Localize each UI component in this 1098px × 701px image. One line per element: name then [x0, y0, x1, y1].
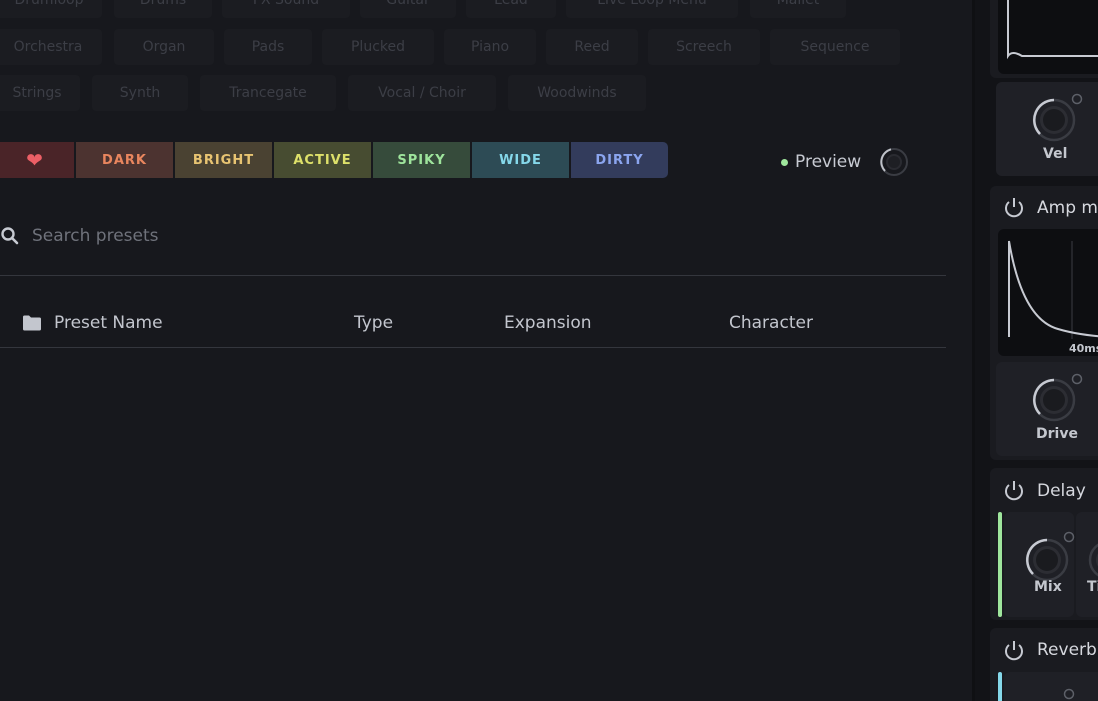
reverb-knob-card [1004, 672, 1098, 701]
mod-dot-icon[interactable] [1063, 688, 1075, 700]
delay-accent-bar [998, 512, 1002, 617]
delay-mix-label: Mix [1034, 579, 1062, 595]
tag-spiky[interactable]: SPIKY [373, 142, 470, 178]
column-header-preset-name[interactable]: Preset Name [54, 313, 163, 333]
header-divider [0, 347, 946, 348]
category-piano[interactable]: Piano [444, 29, 536, 65]
velocity-envelope-display [998, 0, 1098, 74]
category-synth[interactable]: Synth [92, 75, 188, 111]
amp-envelope-time-label: 40ms [1069, 342, 1098, 355]
search-divider [0, 275, 946, 276]
category-strings[interactable]: Strings [0, 75, 80, 111]
column-header-type[interactable]: Type [354, 313, 393, 333]
category-orchestra[interactable]: Orchestra [0, 29, 102, 65]
tag-wide[interactable]: WIDE [472, 142, 569, 178]
column-header-expansion[interactable]: Expansion [504, 313, 592, 333]
preview-status-dot [781, 158, 788, 166]
category-trancegate[interactable]: Trancegate [200, 75, 336, 111]
preset-list [0, 349, 946, 701]
category-guitar[interactable]: Guitar [360, 0, 456, 18]
category-drumloop[interactable]: Drumloop [0, 0, 102, 18]
mod-dot-icon[interactable] [1071, 93, 1083, 105]
preview-toggle[interactable]: Preview [781, 150, 861, 174]
search-presets-input[interactable] [32, 222, 532, 250]
amp-envelope-display [998, 229, 1098, 356]
category-pads[interactable]: Pads [224, 29, 312, 65]
category-organ[interactable]: Organ [114, 29, 214, 65]
preview-label: Preview [795, 152, 862, 172]
power-icon[interactable] [1003, 639, 1025, 661]
drive-knob-label: Drive [1036, 426, 1078, 442]
heart-icon: ❤ [26, 148, 44, 172]
category-vocal-choir[interactable]: Vocal / Choir [348, 75, 496, 111]
amp-envelope-curve [1008, 240, 1098, 339]
folder-icon[interactable] [22, 314, 42, 332]
category-live-loop-menu[interactable]: Live Loop Menu [566, 0, 738, 18]
reverb-accent-bar [998, 672, 1002, 701]
character-tag-bar: ❤ DARK BRIGHT ACTIVE SPIKY WIDE DIRTY [0, 142, 670, 178]
delay-time-knob[interactable] [1086, 540, 1098, 580]
tag-dark[interactable]: DARK [76, 142, 173, 178]
delay-time-label: Ti [1087, 579, 1098, 595]
category-woodwinds[interactable]: Woodwinds [508, 75, 646, 111]
mod-dot-icon[interactable] [1071, 373, 1083, 385]
delay-mix-knob[interactable] [1024, 537, 1070, 583]
category-screech[interactable]: Screech [648, 29, 760, 65]
category-mallet[interactable]: Mallet [750, 0, 846, 18]
category-fx-sound[interactable]: FX Sound [222, 0, 350, 18]
column-header-character[interactable]: Character [729, 313, 813, 333]
favorites-tag[interactable]: ❤ [0, 142, 74, 178]
power-icon[interactable] [1003, 479, 1025, 501]
search-icon [1, 227, 19, 245]
tag-bright[interactable]: BRIGHT [175, 142, 272, 178]
category-drums[interactable]: Drums [114, 0, 212, 18]
tag-active[interactable]: ACTIVE [274, 142, 371, 178]
amp-section-title: Amp mo [1037, 198, 1098, 218]
power-icon[interactable] [1003, 196, 1025, 218]
tag-dirty[interactable]: DIRTY [571, 142, 668, 178]
reverb-section-title: Reverb [1037, 640, 1097, 660]
category-plucked[interactable]: Plucked [322, 29, 434, 65]
category-lead[interactable]: Lead [466, 0, 556, 18]
velocity-knob-label: Vel [1043, 146, 1068, 162]
mod-dot-icon[interactable] [1063, 531, 1075, 543]
gear-icon[interactable] [0, 314, 6, 332]
delay-section-title: Delay [1037, 481, 1086, 501]
envelope-curve [1007, 0, 1098, 60]
category-sequence[interactable]: Sequence [770, 29, 900, 65]
category-reed[interactable]: Reed [546, 29, 638, 65]
preview-volume-knob[interactable] [879, 147, 909, 177]
